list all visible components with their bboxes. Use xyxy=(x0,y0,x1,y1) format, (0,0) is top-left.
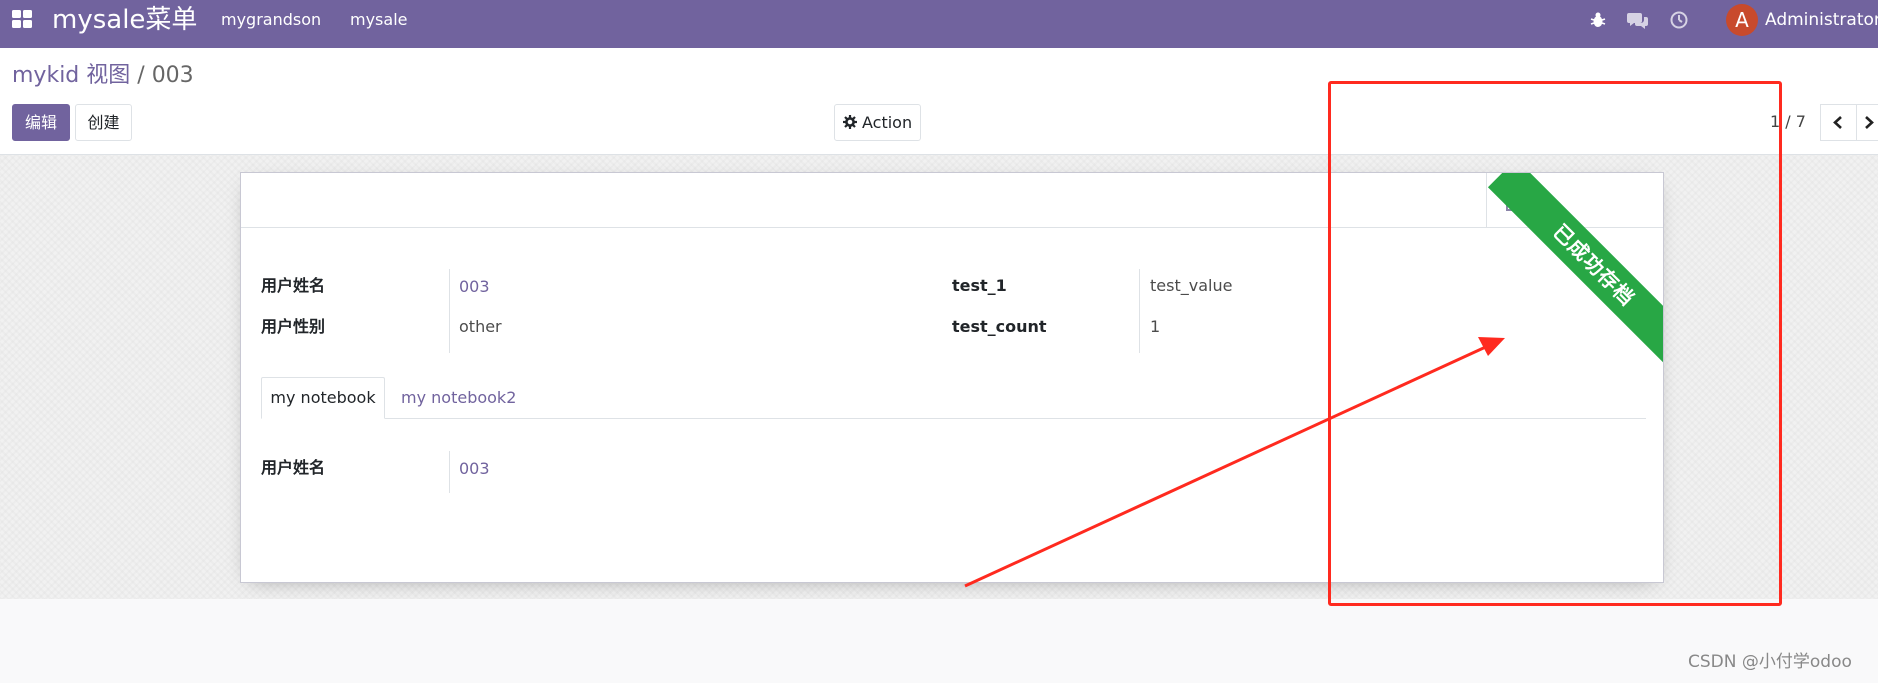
field-label-user-name: 用户姓名 xyxy=(261,276,326,295)
edit-button[interactable]: 编辑 xyxy=(12,104,70,141)
column-separator xyxy=(1139,269,1140,353)
field-label-user-gender: 用户性别 xyxy=(261,317,326,336)
apps-menu-icon[interactable] xyxy=(12,10,32,30)
menu-item-mysale[interactable]: mysale xyxy=(350,10,407,30)
app-brand-title[interactable]: mysale菜单 xyxy=(52,3,197,37)
field-value-user-gender: other xyxy=(459,317,502,336)
breadcrumb-separator: / xyxy=(137,63,145,88)
breadcrumb-parent-link[interactable]: mykid 视图 xyxy=(12,63,130,88)
chevron-right-icon xyxy=(1865,116,1874,129)
field-value-test-1: test_value xyxy=(1150,276,1233,295)
field-value-test-count: 1 xyxy=(1150,317,1161,336)
gear-icon xyxy=(842,115,857,129)
chevron-left-icon xyxy=(1833,116,1842,129)
user-menu-name[interactable]: Administrator (fi xyxy=(1765,10,1878,30)
watermark-text: CSDN @小付学odoo xyxy=(1688,652,1852,672)
field-label-test-1: test_1 xyxy=(952,276,1007,295)
column-separator xyxy=(449,451,450,493)
top-navbar: mysale菜单 mygrandson mysale A Administrat… xyxy=(0,0,1878,48)
tab-my-notebook[interactable]: my notebook xyxy=(261,377,385,419)
notebook-field-label-user-name: 用户姓名 xyxy=(261,458,326,477)
field-label-test-count: test_count xyxy=(952,317,1047,336)
field-value-user-name: 003 xyxy=(459,277,490,296)
notebook-field-value-user-name: 003 xyxy=(459,459,490,478)
action-menu-button[interactable]: Action xyxy=(834,104,921,141)
breadcrumb: mykid 视图 / 003 xyxy=(12,62,194,90)
breadcrumb-current: 003 xyxy=(151,63,194,88)
pager-previous-button[interactable] xyxy=(1820,104,1857,141)
annotation-highlight-box xyxy=(1328,81,1782,606)
pager-next-button[interactable] xyxy=(1856,104,1878,141)
debug-bug-icon[interactable] xyxy=(1588,10,1608,30)
tab-my-notebook2[interactable]: my notebook2 xyxy=(401,388,516,408)
activity-clock-icon[interactable] xyxy=(1669,10,1689,30)
column-separator xyxy=(449,269,450,353)
action-label: Action xyxy=(861,113,913,132)
discuss-chat-icon[interactable] xyxy=(1627,10,1649,30)
create-button[interactable]: 创建 xyxy=(75,104,132,141)
user-avatar[interactable]: A xyxy=(1726,4,1758,36)
menu-item-mygrandson[interactable]: mygrandson xyxy=(221,10,321,30)
